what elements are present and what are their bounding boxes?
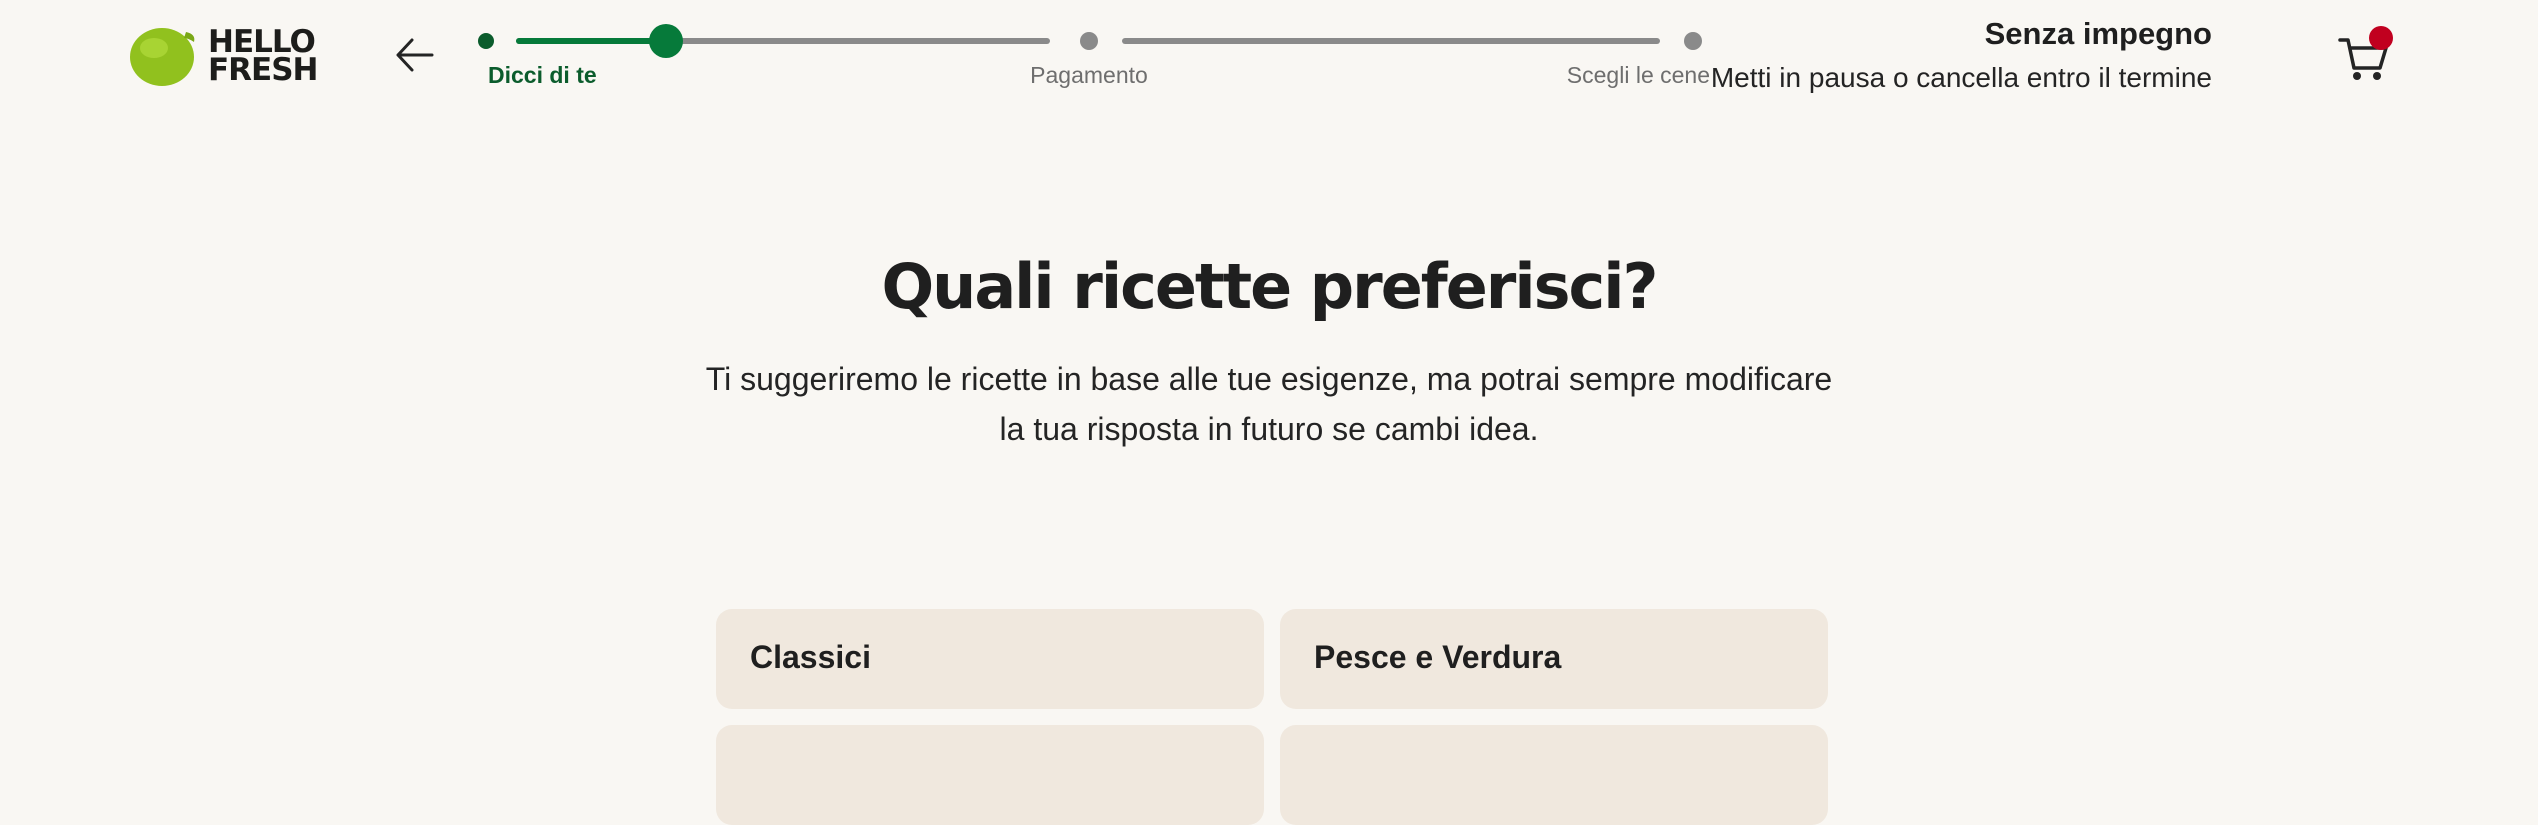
option-pesce-e-verdura[interactable]: Pesce e Verdura <box>1280 609 1828 709</box>
step-dot-1 <box>478 33 494 49</box>
hellofresh-logo[interactable]: HELLO FRESH <box>126 24 319 88</box>
description-line-2: la tua risposta in futuro se cambi idea. <box>999 411 1539 447</box>
step-dot-2 <box>1080 32 1098 50</box>
option-classici[interactable]: Classici <box>716 609 1264 709</box>
lime-logo-icon <box>130 28 195 86</box>
progress-segment-1-fill <box>516 38 666 44</box>
progress-segment-2 <box>1122 38 1660 44</box>
step-label-1[interactable]: Dicci di te <box>488 62 597 89</box>
option-card[interactable] <box>1280 725 1828 825</box>
description-line-1: Ti suggeriremo le ricette in base alle t… <box>705 361 1833 397</box>
page-description: Ti suggeriremo le ricette in base alle t… <box>700 354 1838 454</box>
step-dot-3 <box>1684 32 1702 50</box>
promo-title: Senza impegno <box>1984 16 2212 51</box>
option-label: Classici <box>750 639 871 675</box>
logo-text: HELLO FRESH <box>208 24 319 88</box>
step-label-3: Scegli le cene <box>1566 62 1710 88</box>
progress-knob <box>649 24 683 58</box>
cart-badge <box>2369 26 2393 50</box>
option-card[interactable] <box>716 725 1264 825</box>
step-label-2: Pagamento <box>1030 62 1148 88</box>
page-title: Quali ricette preferisci? <box>881 250 1658 323</box>
promo-subtitle: Metti in pausa o cancella entro il termi… <box>1710 62 2212 93</box>
option-label: Pesce e Verdura <box>1314 639 1562 675</box>
checkout-progress: Dicci di te Pagamento Scegli le cene <box>470 20 1710 100</box>
back-button[interactable] <box>392 30 442 80</box>
top-header: HELLO FRESH Dicci di te Pagamento Scegli… <box>0 0 2538 112</box>
arrow-left-icon <box>396 38 434 72</box>
